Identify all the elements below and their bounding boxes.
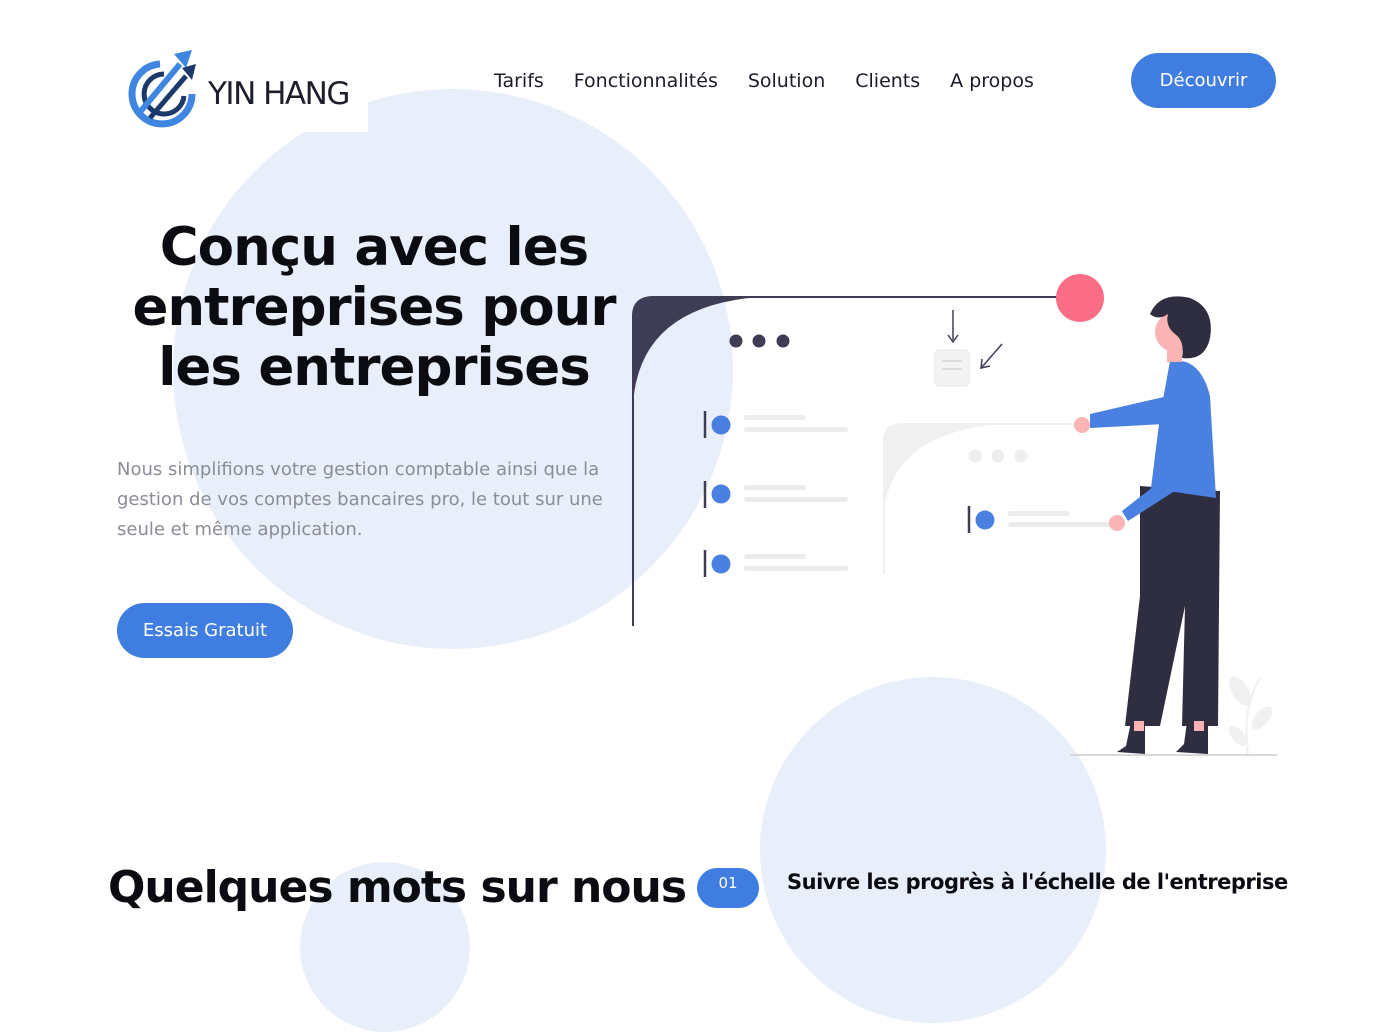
feature-title: Suivre les progrès à l'échelle de l'entr… xyxy=(787,870,1288,894)
hero-illustration xyxy=(632,274,1277,756)
main-nav: Tarifs Fonctionnalités Solution Clients … xyxy=(494,70,1064,96)
brand-name: YIN HANG xyxy=(208,76,350,112)
nav-link-fonctionnalites[interactable]: Fonctionnalités xyxy=(574,70,718,96)
section-title: Quelques mots sur nous xyxy=(108,862,687,913)
nav-link-a-propos[interactable]: A propos xyxy=(950,70,1034,96)
nav-link-clients[interactable]: Clients xyxy=(855,70,920,96)
free-trial-button[interactable]: Essais Gratuit xyxy=(117,603,293,658)
nav-link-tarifs[interactable]: Tarifs xyxy=(494,70,544,96)
hero-subtitle: Nous simplifions votre gestion comptable… xyxy=(117,459,603,540)
nav-link-solution[interactable]: Solution xyxy=(748,70,825,96)
feature-number-badge: 01 xyxy=(697,868,759,908)
logo[interactable]: YIN HANG xyxy=(116,42,368,132)
discover-button[interactable]: Découvrir xyxy=(1131,53,1276,108)
hero-title: Conçu avec les entreprises pour les entr… xyxy=(132,217,616,398)
rising-arrow-circle-icon xyxy=(128,50,196,128)
